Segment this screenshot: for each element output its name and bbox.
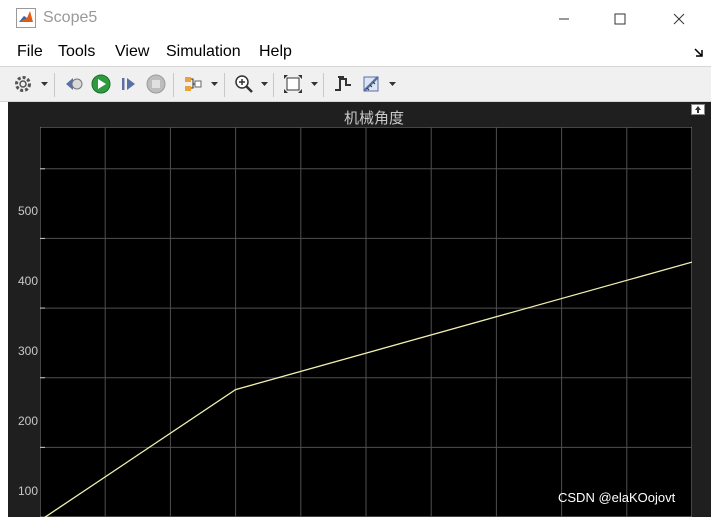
settings-button[interactable] xyxy=(11,72,35,96)
menu-tools[interactable]: Tools xyxy=(58,43,95,61)
step-back-icon xyxy=(66,78,83,90)
signal-layout-dropdown-icon[interactable] xyxy=(211,81,218,87)
plot-axes[interactable] xyxy=(40,127,692,517)
menu-bar: File Tools View Simulation Help xyxy=(0,38,711,66)
matlab-icon xyxy=(16,8,36,28)
fit-axes-button[interactable] xyxy=(281,72,305,96)
cursor-measure-dropdown-icon[interactable] xyxy=(389,81,396,87)
signal-layout-icon xyxy=(185,77,202,91)
trigger-button[interactable] xyxy=(331,72,355,96)
run-button[interactable] xyxy=(89,72,113,96)
close-button[interactable] xyxy=(656,0,702,38)
y-tick-label: 400 xyxy=(17,274,38,288)
step-forward-button[interactable] xyxy=(117,72,141,96)
y-tick-label: 500 xyxy=(17,204,38,218)
y-tick-label: 200 xyxy=(17,414,38,428)
close-icon xyxy=(673,13,685,25)
trigger-icon xyxy=(335,76,351,91)
settings-dropdown-icon[interactable] xyxy=(41,81,48,87)
cursor-measure-icon xyxy=(363,76,379,92)
minimize-button[interactable] xyxy=(541,0,587,38)
zoom-in-icon xyxy=(235,75,253,93)
fit-axes-icon xyxy=(284,75,302,93)
title-bar: Scope5 xyxy=(0,0,711,38)
maximize-icon xyxy=(614,13,626,25)
zoom-in-button[interactable] xyxy=(232,72,256,96)
step-back-button[interactable] xyxy=(62,72,86,96)
window-title: Scope5 xyxy=(43,9,98,26)
stop-button[interactable] xyxy=(144,72,168,96)
minimize-icon xyxy=(559,18,569,20)
toolbar-separator xyxy=(323,73,324,97)
menu-simulation[interactable]: Simulation xyxy=(166,43,241,61)
zoom-dropdown-icon[interactable] xyxy=(261,81,268,87)
watermark: CSDN @elaKOojovt xyxy=(558,490,676,505)
y-tick-label: 100 xyxy=(17,484,38,498)
menu-file[interactable]: File xyxy=(17,43,43,61)
maximize-button[interactable] xyxy=(597,0,643,38)
toolbar xyxy=(0,66,711,102)
menu-help[interactable]: Help xyxy=(259,43,292,61)
scope-panel: 机械角度 100 200 300 400 500 xyxy=(8,102,711,517)
y-tick-label: 300 xyxy=(17,344,38,358)
gear-icon xyxy=(15,76,31,92)
stop-icon xyxy=(146,74,166,94)
menu-view[interactable]: View xyxy=(115,43,149,61)
fit-axes-dropdown-icon[interactable] xyxy=(311,81,318,87)
toolbar-separator xyxy=(273,73,274,97)
toolbar-separator xyxy=(54,73,55,97)
plot-title: 机械角度 xyxy=(343,110,404,127)
run-icon xyxy=(91,74,111,94)
step-forward-icon xyxy=(122,78,135,90)
cursor-measure-button[interactable] xyxy=(359,72,383,96)
toolbar-separator xyxy=(173,73,174,97)
menu-dock-arrow-icon[interactable] xyxy=(693,45,705,59)
signal-layout-button[interactable] xyxy=(181,72,205,96)
toolbar-separator xyxy=(224,73,225,97)
